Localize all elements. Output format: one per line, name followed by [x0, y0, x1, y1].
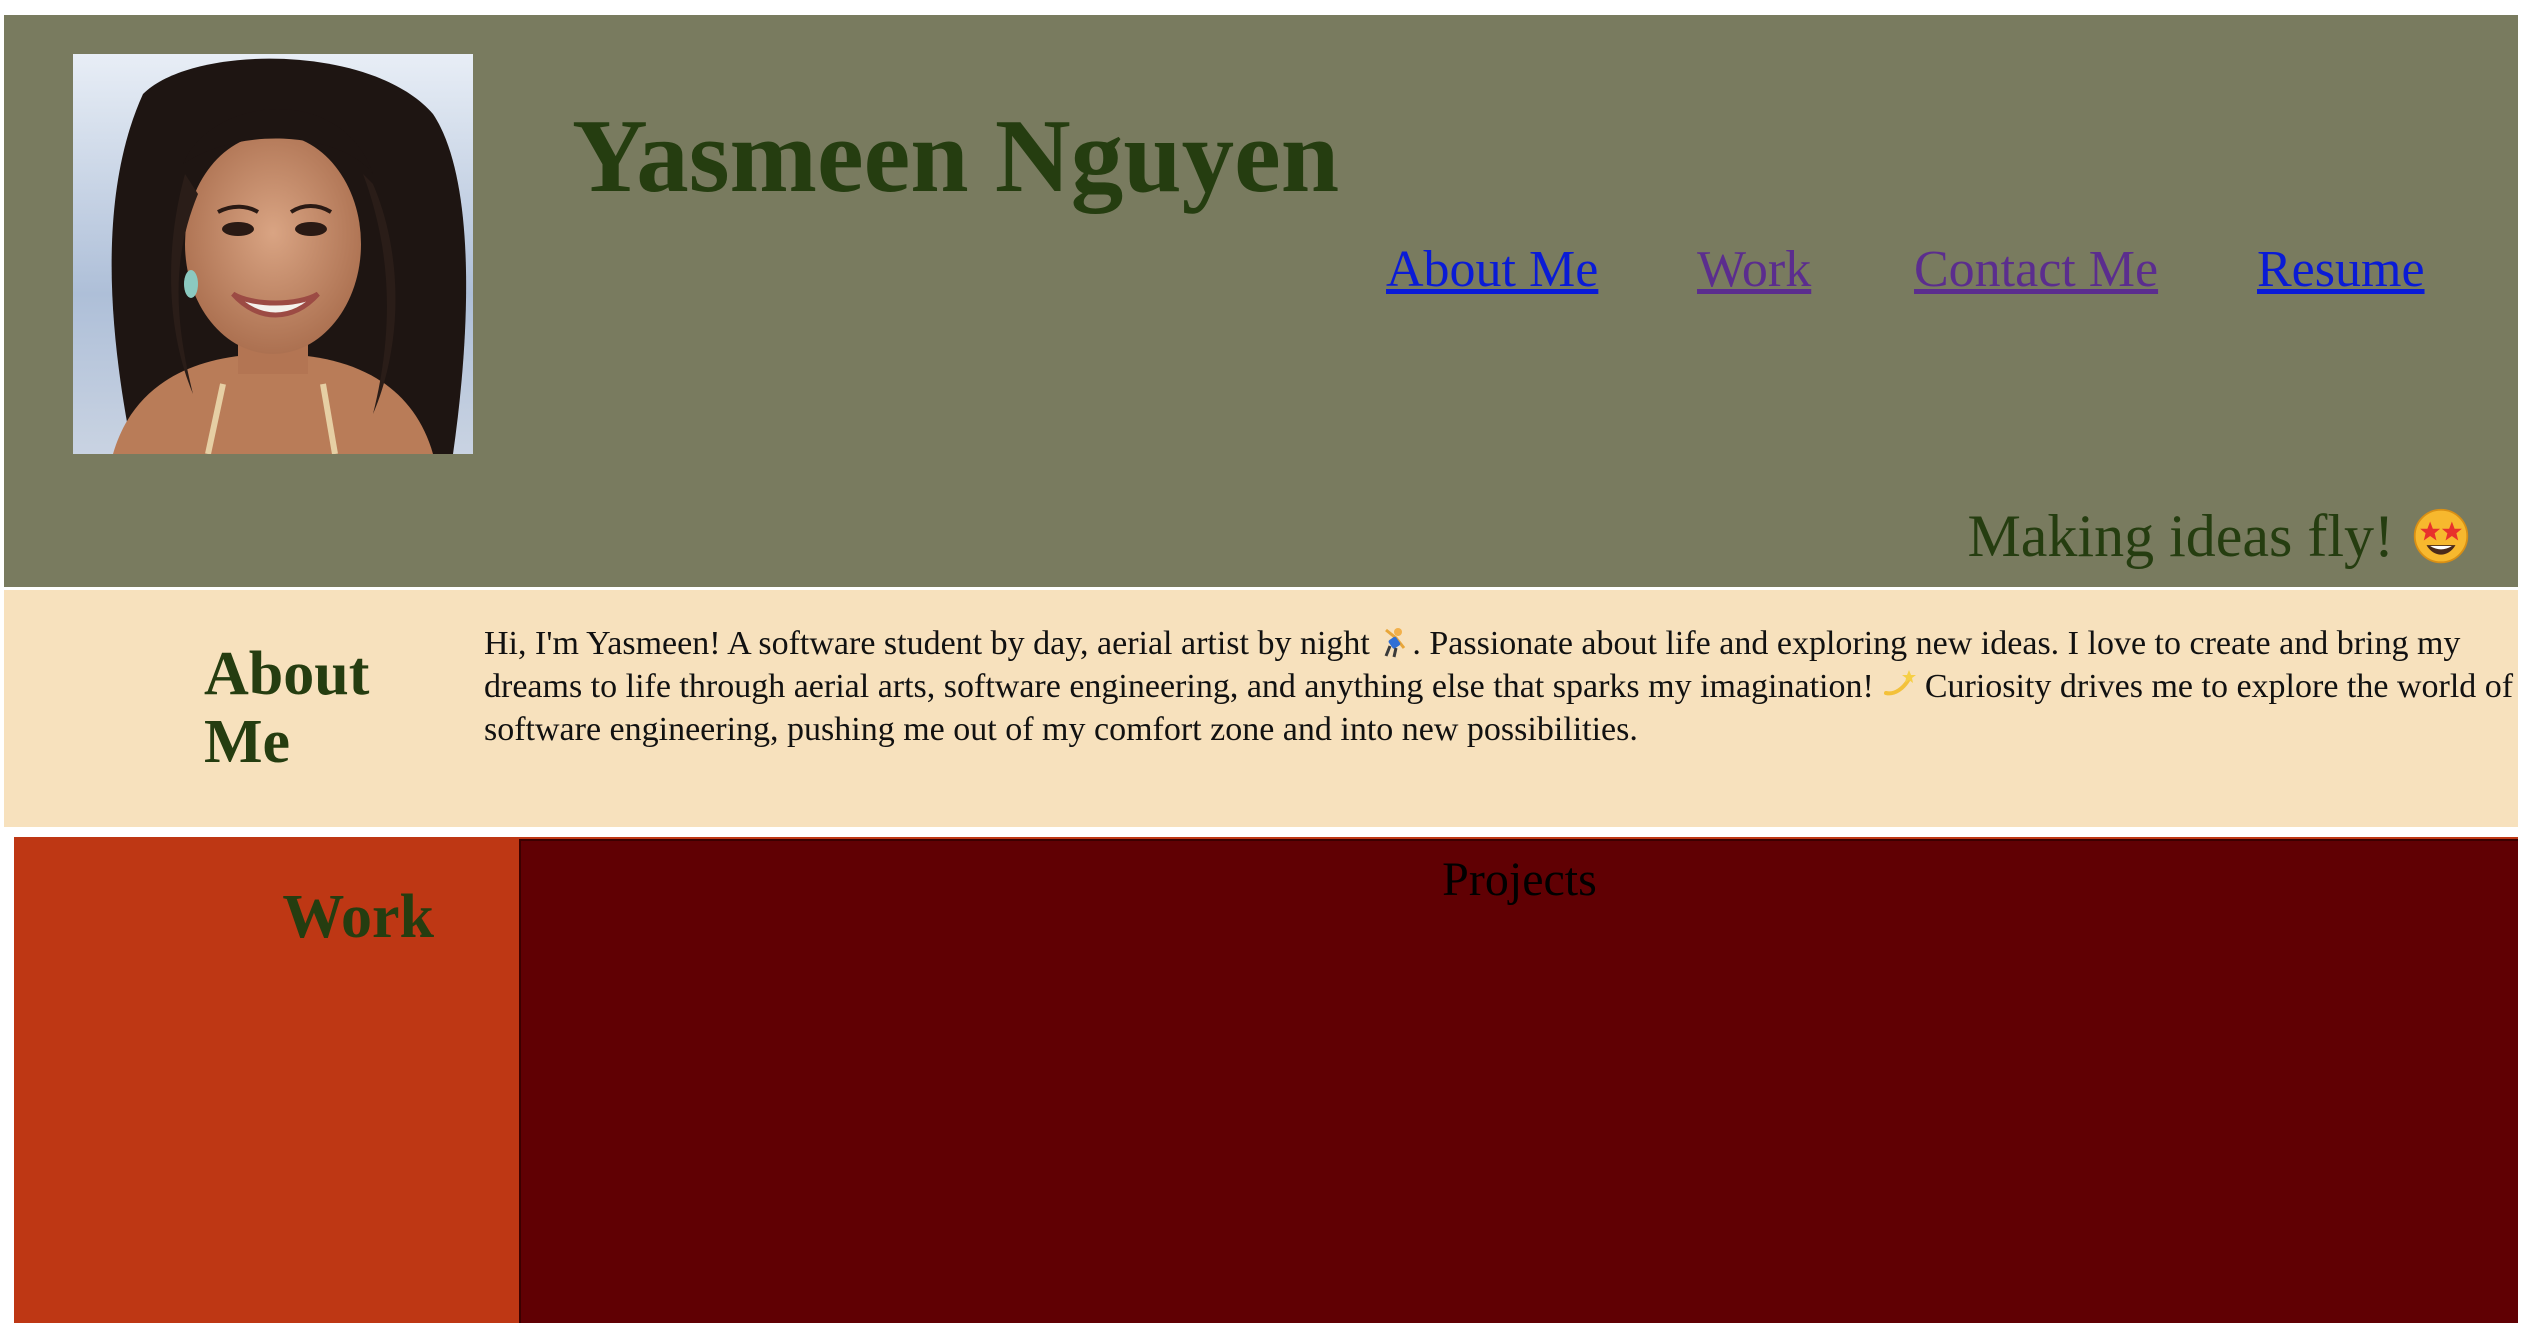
dizzy-star-emoji-icon — [1884, 670, 1917, 696]
projects-panel: Projects — [519, 839, 2518, 1323]
about-section: About Me Hi, I'm Yasmeen! A software stu… — [4, 590, 2518, 827]
about-heading: About Me — [204, 640, 370, 777]
about-text: Hi, I'm Yasmeen! A software student by d… — [484, 622, 2518, 751]
site-header: Yasmeen Nguyen About Me Work Contact Me … — [4, 15, 2518, 587]
projects-heading: Projects — [1442, 853, 1597, 906]
star-struck-emoji-icon — [2413, 508, 2469, 564]
work-section: Work Projects — [14, 837, 2518, 1323]
main-nav: About Me Work Contact Me Resume — [4, 230, 2518, 310]
cartwheel-person-emoji-icon — [1384, 628, 1406, 658]
nav-link-resume[interactable]: Resume — [2257, 230, 2425, 310]
nav-link-work[interactable]: Work — [1697, 230, 1811, 310]
tagline: Making ideas fly! — [1967, 503, 2470, 569]
site-title: Yasmeen Nguyen — [572, 97, 1340, 214]
nav-link-about-me[interactable]: About Me — [1386, 230, 1598, 310]
page: Yasmeen Nguyen About Me Work Contact Me … — [0, 0, 2522, 1323]
nav-link-contact-me[interactable]: Contact Me — [1914, 230, 2158, 310]
tagline-text: Making ideas fly! — [1967, 503, 2394, 569]
work-heading: Work — [282, 883, 434, 951]
about-text-part-1: Hi, I'm Yasmeen! A software student by d… — [484, 625, 1379, 662]
